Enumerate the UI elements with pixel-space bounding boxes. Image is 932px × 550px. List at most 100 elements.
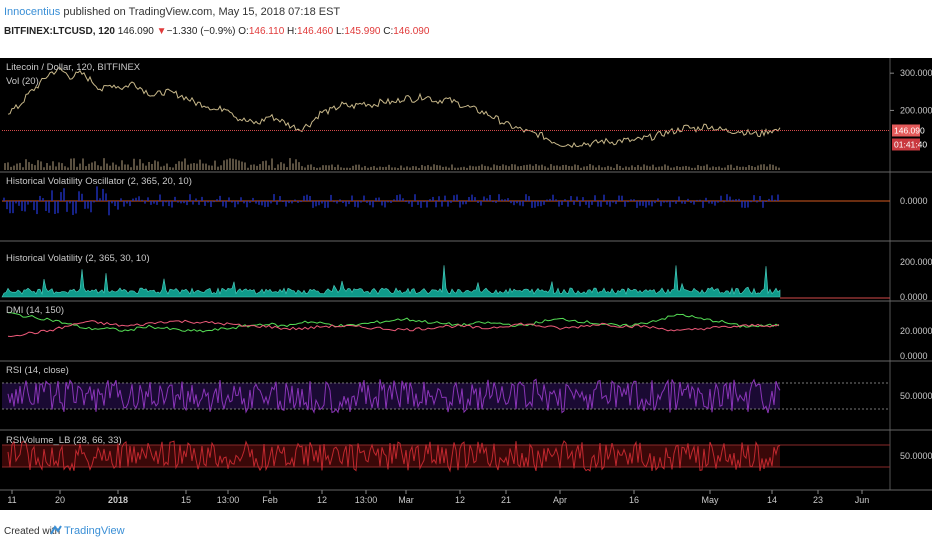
volume-bar xyxy=(472,166,474,170)
volume-bar xyxy=(358,164,360,170)
volume-bar xyxy=(553,165,555,170)
volume-bar xyxy=(559,166,561,170)
volume-bar xyxy=(256,165,258,170)
volume-bar xyxy=(745,167,747,170)
volume-bar xyxy=(244,162,246,170)
volume-bar xyxy=(448,167,450,170)
volume-bar xyxy=(529,164,531,170)
author-link[interactable]: Innocentius xyxy=(4,6,60,18)
volume-bar xyxy=(487,166,489,170)
volume-bar xyxy=(688,166,690,170)
volume-bar xyxy=(340,167,342,170)
volume-bar xyxy=(64,166,66,170)
volume-bar xyxy=(151,163,153,170)
volume-bar xyxy=(37,160,39,170)
volume-bar xyxy=(199,159,201,170)
y-tick-label: 300.000 xyxy=(900,68,932,78)
volume-bar xyxy=(73,158,75,170)
volume-bar xyxy=(385,166,387,170)
volume-bar xyxy=(754,167,756,170)
volume-bar xyxy=(325,165,327,170)
volume-bar xyxy=(634,167,636,170)
volume-bar xyxy=(136,165,138,170)
volume-bar xyxy=(622,167,624,170)
volume-bar xyxy=(52,161,54,170)
volume-bar xyxy=(670,167,672,170)
volume-bar xyxy=(739,166,741,170)
volume-bar xyxy=(775,166,777,170)
volume-bar xyxy=(430,166,432,170)
x-tick-label: 12 xyxy=(317,495,327,505)
volume-bar xyxy=(445,166,447,170)
volume-bar xyxy=(364,166,366,170)
volume-bar xyxy=(232,158,234,170)
volume-bar xyxy=(715,167,717,170)
volume-bar xyxy=(307,164,309,170)
volume-bar xyxy=(88,163,90,170)
chart-svg[interactable]: 300.000 200.000 146.090 01:41:40 Litecoin / … xyxy=(0,58,932,510)
volume-bar xyxy=(640,166,642,170)
volume-bar xyxy=(427,165,429,170)
volume-bar xyxy=(724,167,726,170)
open-value: 146.110 xyxy=(248,26,285,37)
volume-bar xyxy=(79,163,81,170)
close-label: C: xyxy=(383,26,394,37)
volume-bar xyxy=(322,165,324,170)
volume-bar xyxy=(16,163,18,170)
x-tick-label: Apr xyxy=(553,495,567,505)
close-value: 146.090 xyxy=(393,26,430,37)
volume-bar xyxy=(223,160,225,170)
volume-bar xyxy=(55,166,57,170)
volume-bar xyxy=(178,161,180,170)
volume-bar xyxy=(109,165,111,170)
chart-area[interactable]: 300.000 200.000 146.090 01:41:40 Litecoin / … xyxy=(0,58,932,510)
ohlc-line: BITFINEX:LTCUSD, 120 146.090 ▼−1.330 (−0… xyxy=(4,26,429,37)
volume-bar xyxy=(391,167,393,170)
volume-bar xyxy=(502,164,504,170)
volume-bar xyxy=(310,164,312,170)
volume-bar xyxy=(247,167,249,170)
tradingview-brand-link[interactable]: TradingView xyxy=(64,525,125,537)
volume-bar xyxy=(526,164,528,170)
x-tick-label: Feb xyxy=(262,495,278,505)
volume-bar xyxy=(418,167,420,170)
x-tick-label: May xyxy=(701,495,719,505)
footer: Created with TradingView xyxy=(0,518,932,550)
volume-bar xyxy=(451,164,453,170)
volume-bar xyxy=(139,159,141,170)
volume-bar xyxy=(547,167,549,170)
tradingview-logo-icon xyxy=(50,525,62,535)
open-label: O: xyxy=(238,26,249,37)
volume-bar xyxy=(598,165,600,170)
volume-bar xyxy=(31,163,33,170)
volume-bar xyxy=(337,164,339,170)
volume-bar xyxy=(733,167,735,170)
volume-bar xyxy=(778,167,780,170)
volume-bar xyxy=(454,167,456,170)
x-tick-label: 13:00 xyxy=(355,495,378,505)
volume-bar xyxy=(379,166,381,170)
volume-bar xyxy=(556,165,558,170)
volume-bar xyxy=(343,167,345,170)
volume-bar xyxy=(766,166,768,170)
volume-bar xyxy=(706,164,708,170)
volume-bar xyxy=(589,164,591,170)
volume-bar xyxy=(412,166,414,170)
volume-bar xyxy=(721,167,723,170)
volume-bar xyxy=(46,163,48,170)
volume-bar xyxy=(730,164,732,170)
volume-bar xyxy=(40,161,42,170)
volume-bar xyxy=(373,166,375,170)
volume-bar xyxy=(196,163,198,170)
volume-bar xyxy=(10,166,12,170)
volume-bar xyxy=(217,166,219,170)
y-tick-label: 200.000 xyxy=(900,105,932,115)
volume-bar xyxy=(469,165,471,170)
volatility-area xyxy=(1,265,781,298)
volume-bar xyxy=(493,164,495,170)
volume-bar xyxy=(403,167,405,170)
volume-bar xyxy=(643,164,645,170)
volume-bar xyxy=(628,167,630,170)
volume-bar xyxy=(475,166,477,170)
volume-bar xyxy=(664,164,666,170)
